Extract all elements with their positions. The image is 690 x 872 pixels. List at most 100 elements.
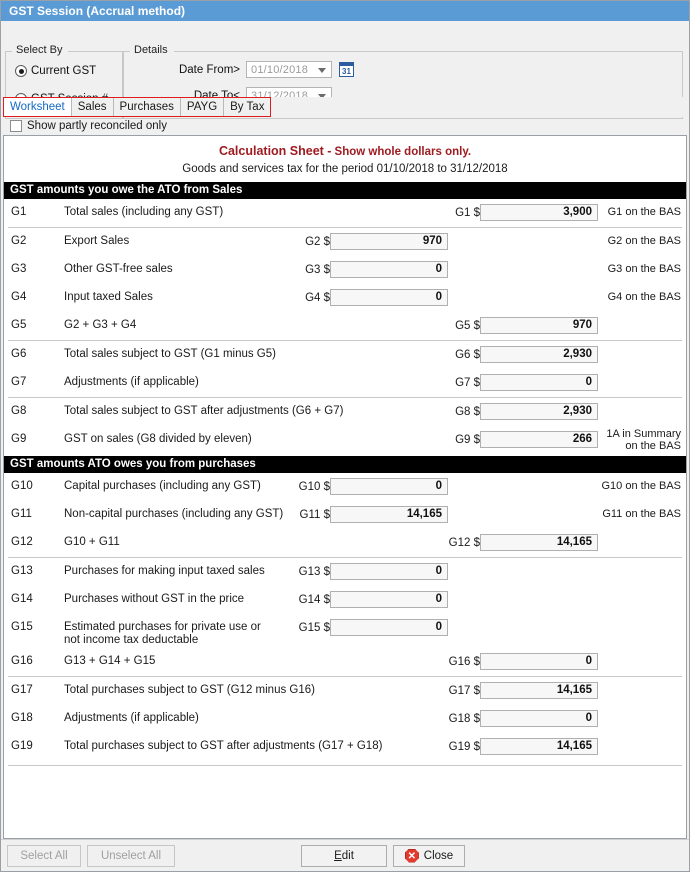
row-code: G5 <box>11 319 27 331</box>
date-from-value: 01/10/2018 <box>251 63 309 76</box>
top-panel: Select By Current GST GST Session # Deta… <box>1 21 689 119</box>
amount-field-g11[interactable]: 14,165 <box>330 506 448 523</box>
row-bas-note: 1A in Summary on the BAS <box>606 428 681 452</box>
row-code: G17 <box>11 684 33 696</box>
edit-button-label: dit <box>341 849 354 862</box>
amount-field-g1[interactable]: 3,900 <box>480 204 598 221</box>
row-description: Export Sales <box>64 235 130 247</box>
amount-field-g7[interactable]: 0 <box>480 374 598 391</box>
edit-button[interactable]: Edit <box>301 844 387 867</box>
table-row: G14 Purchases without GST in the price G… <box>4 586 686 614</box>
row-field-label: G10 $ <box>298 480 330 493</box>
row-field-group: G2 $ 970 <box>296 233 448 250</box>
unselect-all-button[interactable]: Unselect All <box>87 844 175 867</box>
select-all-button[interactable]: Select All <box>7 844 81 867</box>
row-description: Non-capital purchases (including any GST… <box>64 508 284 520</box>
section-header-sales: GST amounts you owe the ATO from Sales <box>4 182 686 199</box>
calc-title-line: Calculation Sheet - Show whole dollars o… <box>4 144 686 158</box>
show-partly-reconciled-label: Show partly reconciled only <box>27 120 167 132</box>
amount-field-g17[interactable]: 14,165 <box>480 682 598 699</box>
row-field-group: G7 $ 0 <box>446 374 598 391</box>
row-field-group: G18 $ 0 <box>446 710 598 727</box>
row-field-label: G12 $ <box>448 536 480 549</box>
row-field-label: G13 $ <box>298 565 330 578</box>
date-from-label: Date From> <box>178 63 240 76</box>
row-bas-note: G1 on the BAS <box>607 206 681 218</box>
row-code: G3 <box>11 263 27 275</box>
table-row: G6 Total sales subject to GST (G1 minus … <box>4 341 686 369</box>
calculation-sheet: Calculation Sheet - Show whole dollars o… <box>3 135 687 839</box>
amount-field-g2[interactable]: 970 <box>330 233 448 250</box>
amount-field-g8[interactable]: 2,930 <box>480 403 598 420</box>
row-code: G8 <box>11 405 27 417</box>
amount-field-g15[interactable]: 0 <box>330 619 448 636</box>
table-row: G9 GST on sales (G8 divided by eleven) G… <box>4 426 686 454</box>
row-field-label: G2 $ <box>305 235 330 248</box>
row-description: Total purchases subject to GST after adj… <box>64 740 383 752</box>
row-field-group: G12 $ 14,165 <box>446 534 598 551</box>
date-from-select[interactable]: 01/10/2018 <box>246 61 332 78</box>
row-bas-note: G4 on the BAS <box>607 291 681 303</box>
table-row: G2 Export Sales G2 $ 970 G2 on the BAS <box>4 228 686 256</box>
close-icon: ✕ <box>404 848 419 863</box>
row-field-group: G10 $ 0 <box>296 478 448 495</box>
row-bas-note: G3 on the BAS <box>607 263 681 275</box>
row-field-label: G5 $ <box>455 319 480 332</box>
row-field-group: G1 $ 3,900 <box>446 204 598 221</box>
tab-worksheet[interactable]: Worksheet <box>4 98 72 116</box>
show-partly-reconciled-row[interactable]: Show partly reconciled only <box>1 117 689 135</box>
amount-field-g10[interactable]: 0 <box>330 478 448 495</box>
row-field-group: G13 $ 0 <box>296 563 448 580</box>
radio-current-gst-indicator <box>15 65 27 77</box>
amount-field-g4[interactable]: 0 <box>330 289 448 306</box>
tab-bar: Worksheet Sales Purchases PAYG By Tax <box>1 97 689 117</box>
select-by-legend: Select By <box>12 44 67 56</box>
row-field-group: G5 $ 970 <box>446 317 598 334</box>
row-field-label: G6 $ <box>455 348 480 361</box>
tab-by-tax[interactable]: By Tax <box>224 98 271 116</box>
row-field-label: G7 $ <box>455 376 480 389</box>
amount-field-g14[interactable]: 0 <box>330 591 448 608</box>
radio-current-gst[interactable]: Current GST <box>15 65 96 77</box>
row-field-label: G4 $ <box>305 291 330 304</box>
row-field-group: G16 $ 0 <box>446 653 598 670</box>
amount-field-g18[interactable]: 0 <box>480 710 598 727</box>
row-description: G2 + G3 + G4 <box>64 319 137 331</box>
date-from-row: Date From> 01/10/2018 31 <box>174 61 354 78</box>
tab-sales[interactable]: Sales <box>71 98 114 116</box>
amount-field-g19[interactable]: 14,165 <box>480 738 598 755</box>
row-field-label: G3 $ <box>305 263 330 276</box>
row-field-group: G19 $ 14,165 <box>446 738 598 755</box>
row-code: G11 <box>11 508 32 520</box>
row-code: G18 <box>11 712 33 724</box>
amount-field-g12[interactable]: 14,165 <box>480 534 598 551</box>
calendar-icon[interactable]: 31 <box>339 62 354 77</box>
row-code: G6 <box>11 348 27 360</box>
amount-field-g6[interactable]: 2,930 <box>480 346 598 363</box>
row-code: G10 <box>11 480 33 492</box>
row-description: Capital purchases (including any GST) <box>64 480 261 492</box>
section-header-purchases: GST amounts ATO owes you from purchases <box>4 456 686 473</box>
show-partly-reconciled-checkbox[interactable] <box>10 120 22 132</box>
table-row: G15 Estimated purchases for private use … <box>4 614 686 648</box>
amount-field-g9[interactable]: 266 <box>480 431 598 448</box>
amount-field-g16[interactable]: 0 <box>480 653 598 670</box>
row-code: G13 <box>11 565 33 577</box>
amount-field-g13[interactable]: 0 <box>330 563 448 580</box>
sheet-header: Calculation Sheet - Show whole dollars o… <box>4 136 686 175</box>
row-bas-note: G2 on the BAS <box>607 235 681 247</box>
close-button[interactable]: ✕ Close <box>393 844 465 867</box>
row-code: G16 <box>11 655 33 667</box>
amount-field-g3[interactable]: 0 <box>330 261 448 278</box>
page-title: Calculation Sheet - <box>218 144 332 158</box>
row-field-label: G17 $ <box>448 684 480 697</box>
tab-payg[interactable]: PAYG <box>180 98 225 116</box>
row-code: G15 <box>11 621 33 633</box>
amount-field-g5[interactable]: 970 <box>480 317 598 334</box>
radio-current-gst-label: Current GST <box>31 65 97 77</box>
row-code: G14 <box>11 593 33 605</box>
row-description: GST on sales (G8 divided by eleven) <box>64 433 252 445</box>
button-bar: Select All Unselect All Edit ✕ Close <box>1 839 689 871</box>
divider <box>8 765 682 766</box>
tab-purchases[interactable]: Purchases <box>113 98 181 116</box>
